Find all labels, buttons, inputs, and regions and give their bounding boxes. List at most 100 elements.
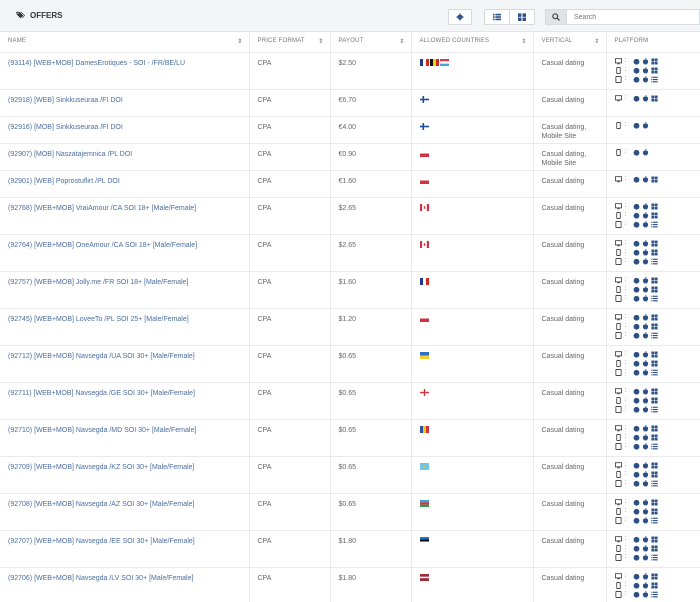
table-row[interactable]: (92712) [WEB+MOB] Navsegda /UA SOI 30+ [… (0, 345, 700, 383)
windows-icon (650, 286, 658, 293)
table-row[interactable]: (93114) [WEB+MOB] DamesErotiques - SOI -… (0, 52, 700, 90)
flag-lu-icon (439, 58, 449, 66)
offers-table: NAME ⇕ PRICE FORMAT ⇕ PAYOUT ⇕ ALLOWED COUNTRI… (0, 32, 700, 602)
offer-name-link[interactable]: (92745) [WEB+MOB] LoveeTo /PL SOI 25+ [M… (0, 308, 250, 346)
table-row[interactable]: (92710) [WEB+MOB] Navsegda /MD SOI 30+ [… (0, 419, 700, 457)
windows-icon (650, 471, 658, 478)
platform-device (615, 360, 625, 367)
platform-device (614, 554, 625, 561)
table-row[interactable]: (92708) [WEB+MOB] Navsegda /AZ SOI 30+ [… (0, 493, 700, 531)
platform-os-list (633, 76, 658, 83)
vertical: Casual dating (533, 493, 607, 531)
offer-name-link[interactable]: (92918) [WEB] Sinkkuseuraa /FI DOI (0, 89, 250, 117)
allowed-countries (411, 308, 534, 346)
offer-name-link[interactable]: (93114) [WEB+MOB] DamesErotiques - SOI -… (0, 52, 250, 90)
offer-name-link[interactable]: (92768) [WEB+MOB] VraiAmour /CA SOI 18+ … (0, 197, 250, 235)
vertical: Casual dating (533, 419, 607, 457)
platform-os-list (633, 591, 658, 598)
tablet-icon (614, 258, 622, 265)
table-row[interactable]: (92711) [WEB+MOB] Navsegda /GE SOI 30+ [… (0, 382, 700, 420)
apple-icon (642, 388, 648, 395)
payout: $0.65 (330, 493, 412, 531)
android-icon (633, 508, 639, 515)
platform-device (614, 203, 625, 210)
search-button[interactable] (545, 9, 567, 25)
vertical: Casual dating (533, 52, 607, 90)
platform-device (614, 369, 625, 376)
offer-name-link[interactable]: (92710) [WEB+MOB] Navsegda /MD SOI 30+ [… (0, 419, 250, 457)
platform-os-list (633, 221, 658, 228)
sort-icon[interactable]: ⇕ (399, 38, 404, 45)
platform-os-list (633, 406, 658, 413)
column-header[interactable]: ALLOWED COUNTRIES ⇕ (411, 32, 534, 53)
platform-os-list (633, 425, 658, 432)
apple-icon (642, 351, 648, 358)
sort-icon[interactable]: ⇕ (594, 38, 599, 45)
allowed-countries (411, 170, 534, 198)
windows-icon (650, 582, 658, 589)
apple-icon (642, 240, 648, 247)
platform-row-tablet: : (614, 406, 700, 414)
column-header[interactable]: VERTICAL ⇕ (533, 32, 607, 53)
offer-name-link[interactable]: (92907) [MOB] Naszatajemnica /PL DOI (0, 143, 250, 171)
search-input[interactable] (567, 9, 700, 25)
offer-name-link[interactable]: (92708) [WEB+MOB] Navsegda /AZ SOI 30+ [… (0, 493, 250, 531)
android-icon (633, 360, 639, 367)
table-row[interactable]: (92706) [WEB+MOB] Navsegda /LV SOI 30+ [… (0, 567, 700, 602)
table-row[interactable]: (92768) [WEB+MOB] VraiAmour /CA SOI 18+ … (0, 197, 700, 235)
windows-icon (650, 212, 658, 219)
table-row[interactable]: (92918) [WEB] Sinkkuseuraa /FI DOI CPA €6.… (0, 89, 700, 117)
offer-name-link[interactable]: (92916) [MOB] Sinkkuseuraa /FI DOI (0, 116, 250, 144)
windows-icon (650, 573, 658, 580)
vertical: Casual dating, Mobile Site (533, 143, 607, 171)
allowed-countries (411, 493, 534, 531)
table-row[interactable]: (92916) [MOB] Sinkkuseuraa /FI DOI CPA €4.… (0, 116, 700, 144)
platform-separator: : (624, 67, 627, 73)
offer-name-link[interactable]: (92706) [WEB+MOB] Navsegda /LV SOI 30+ [… (0, 567, 250, 602)
offer-name-link[interactable]: (92707) [WEB+MOB] Navsegda /EE SOI 30+ [… (0, 530, 250, 568)
table-row[interactable]: (92764) [WEB+MOB] OneAmour /CA SOI 18+ [… (0, 234, 700, 272)
list-view-button[interactable] (484, 9, 510, 25)
desktop-icon (614, 425, 622, 432)
android-icon (633, 95, 639, 102)
offer-name-link[interactable]: (92764) [WEB+MOB] OneAmour /CA SOI 18+ [… (0, 234, 250, 272)
platform-os-list (633, 176, 658, 183)
column-header[interactable]: PRICE FORMAT ⇕ (249, 32, 331, 53)
sort-icon[interactable]: ⇕ (521, 38, 526, 45)
table-row[interactable]: (92901) [WEB] Poprostuflirt /PL DOI CPA €1… (0, 170, 700, 198)
platform-device (614, 406, 625, 413)
grid-view-button[interactable] (509, 9, 535, 25)
windows-icon (650, 536, 658, 543)
platform-os-list (633, 517, 658, 524)
grid-icon (518, 13, 526, 21)
sort-icon[interactable]: ⇕ (237, 38, 242, 45)
platform: ::: (606, 234, 700, 272)
apple-icon (642, 295, 648, 302)
offer-name-link[interactable]: (92757) [WEB+MOB] Jolly.me /FR SOI 18+ [… (0, 271, 250, 309)
platform-os-list (633, 258, 658, 265)
platform-list: ::: (614, 462, 700, 488)
offer-name-link[interactable]: (92901) [WEB] Poprostuflirt /PL DOI (0, 170, 250, 198)
table-row[interactable]: (92745) [WEB+MOB] LoveeTo /PL SOI 25+ [M… (0, 308, 700, 346)
sort-icon[interactable]: ⇕ (318, 38, 323, 45)
android-icon (633, 554, 639, 561)
offer-name-link[interactable]: (92709) [WEB+MOB] Navsegda /KZ SOI 30+ [… (0, 456, 250, 494)
platform-list: ::: (614, 425, 700, 451)
column-header[interactable]: NAME ⇕ (0, 32, 250, 53)
platform-os-list (633, 323, 658, 330)
table-row[interactable]: (92757) [WEB+MOB] Jolly.me /FR SOI 18+ [… (0, 271, 700, 309)
vertical: Casual dating (533, 89, 607, 117)
column-header[interactable]: PAYOUT ⇕ (330, 32, 412, 53)
platform-row-desktop: : (614, 351, 700, 359)
settings-button[interactable] (448, 9, 472, 25)
table-row[interactable]: (92907) [MOB] Naszatajemnica /PL DOI CPA €… (0, 143, 700, 171)
desktop-icon (614, 277, 622, 284)
platform-list: : (614, 95, 700, 103)
offer-name-link[interactable]: (92711) [WEB+MOB] Navsegda /GE SOI 30+ [… (0, 382, 250, 420)
mobile-icon (615, 122, 621, 129)
android-icon (633, 462, 639, 469)
list-icon (650, 295, 658, 302)
table-row[interactable]: (92709) [WEB+MOB] Navsegda /KZ SOI 30+ [… (0, 456, 700, 494)
table-row[interactable]: (92707) [WEB+MOB] Navsegda /EE SOI 30+ [… (0, 530, 700, 568)
offer-name-link[interactable]: (92712) [WEB+MOB] Navsegda /UA SOI 30+ [… (0, 345, 250, 383)
